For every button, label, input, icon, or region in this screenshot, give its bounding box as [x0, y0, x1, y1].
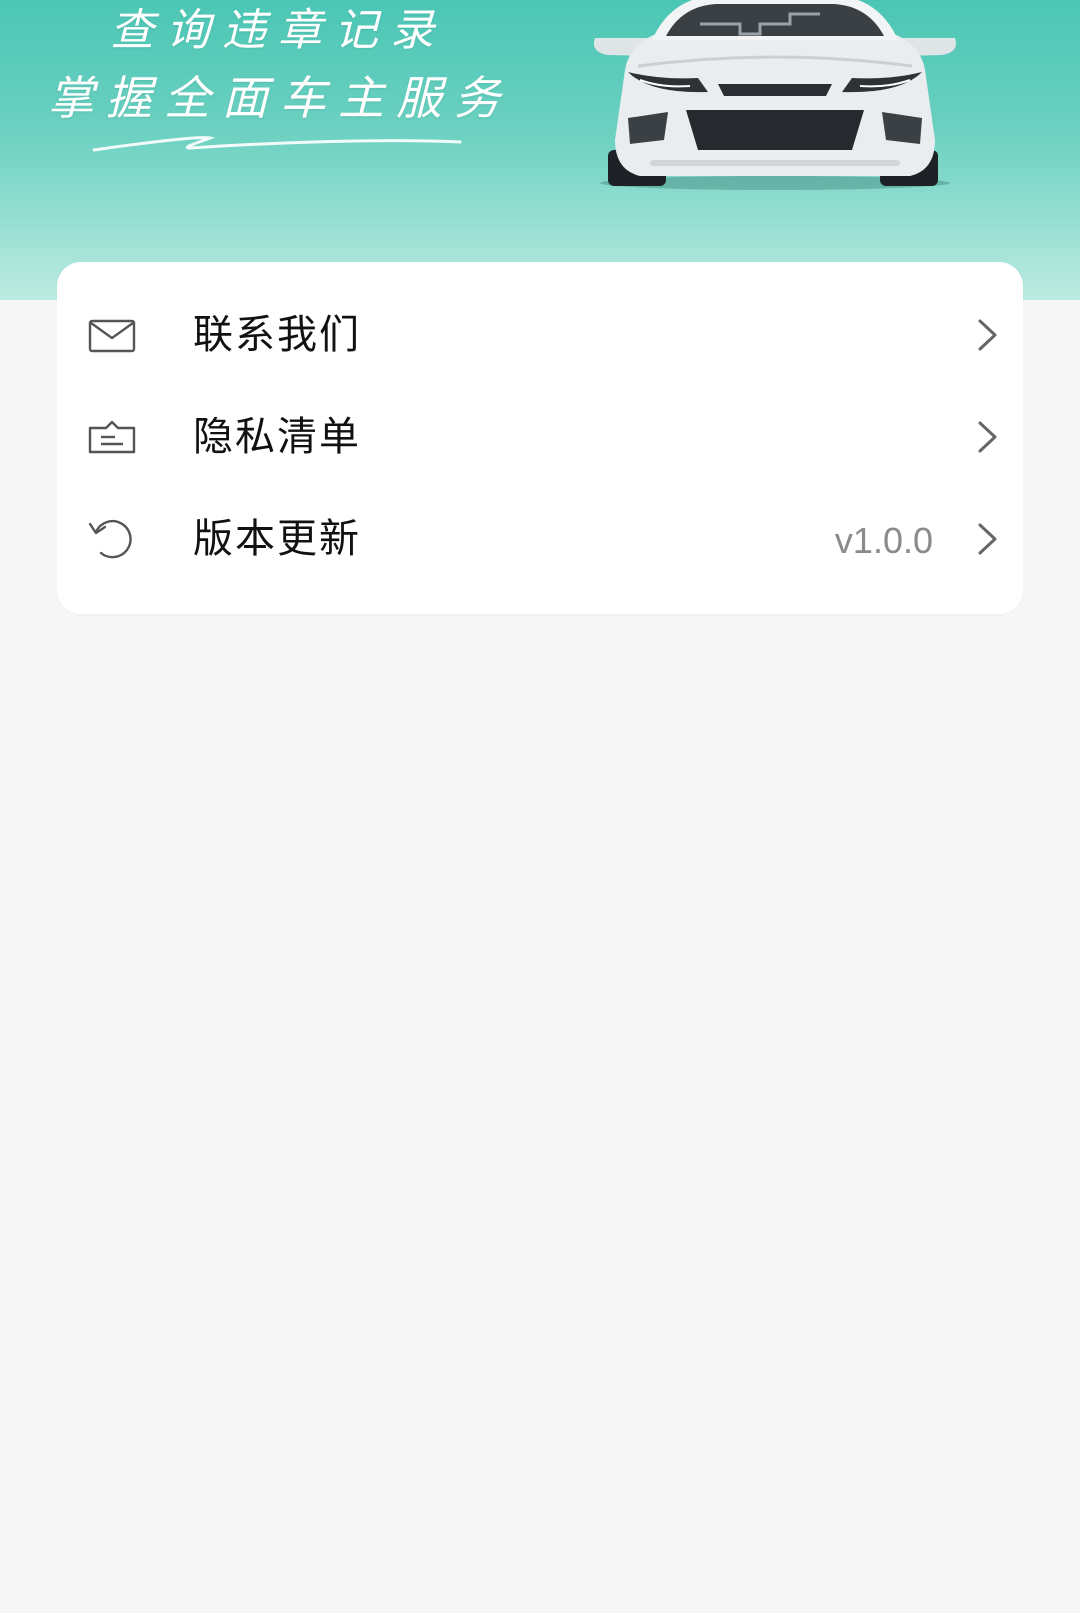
- chevron-right-icon: [978, 421, 997, 453]
- menu-item-label: 隐私清单: [193, 414, 361, 460]
- header-banner: 查询违章记录 掌握全面车主服务: [0, 0, 1080, 300]
- menu-item-contact-us[interactable]: 联系我们: [57, 284, 1023, 386]
- banner-slogan-line2: 掌握全面车主服务: [48, 71, 512, 125]
- slogan-underline-swash: [92, 136, 462, 152]
- settings-menu-card: 联系我们 隐私清单 版本更新 v1.0.0: [57, 262, 1023, 614]
- chevron-right-icon: [978, 523, 997, 555]
- privacy-list-icon: [88, 420, 136, 454]
- menu-item-version-update[interactable]: 版本更新 v1.0.0: [57, 488, 1023, 590]
- menu-item-privacy-list[interactable]: 隐私清单: [57, 386, 1023, 488]
- menu-item-label: 联系我们: [193, 312, 361, 358]
- menu-item-label: 版本更新: [193, 516, 361, 562]
- car-illustration: [593, 0, 957, 190]
- chevron-right-icon: [978, 319, 997, 351]
- mail-icon: [88, 319, 136, 353]
- banner-slogan-line1: 查询违章记录: [110, 5, 446, 56]
- refresh-icon: [88, 519, 132, 559]
- version-number: v1.0.0: [834, 520, 933, 561]
